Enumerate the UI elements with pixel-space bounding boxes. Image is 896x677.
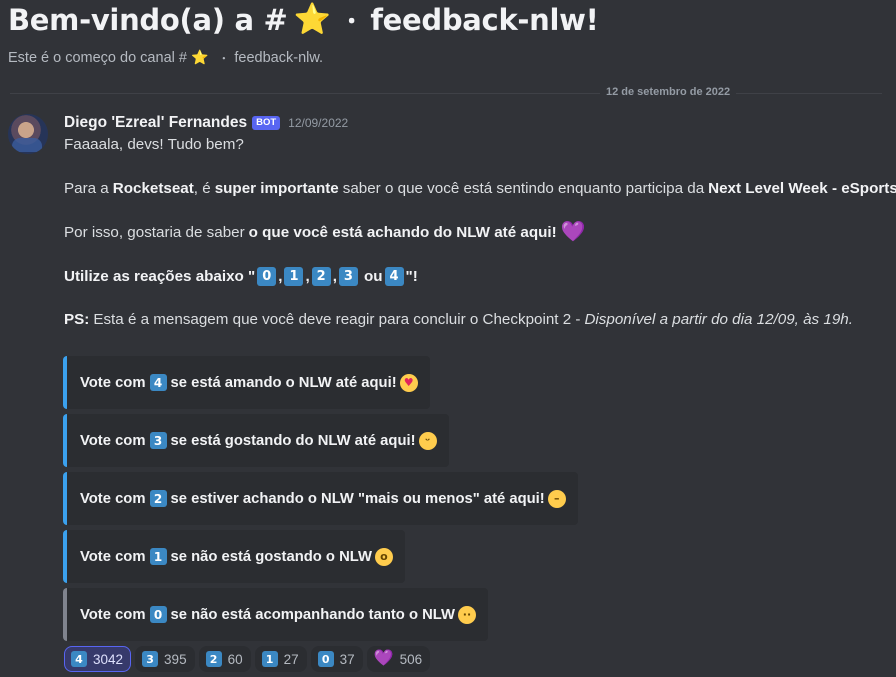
message-greeting: Faaaala, devs! Tudo bem? <box>64 136 244 153</box>
separator-dot: ・ <box>218 52 230 65</box>
keycap-2-icon: 2 <box>205 651 222 667</box>
welcome-sub-prefix: Este é o começo do canal # <box>8 49 187 66</box>
keycap-4-icon: 4 <box>384 267 404 286</box>
p2-text-a: Por isso, gostaria de saber <box>64 223 245 241</box>
embed-prefix: Vote com <box>80 490 146 507</box>
embed-prefix: Vote com <box>80 432 146 449</box>
welcome-title-channel: feedback-nlw! <box>370 2 599 37</box>
embed-text: se não está acompanhando tanto o NLW <box>170 606 455 623</box>
p4-ps: PS: <box>64 311 90 328</box>
date-divider-label: 12 de setembro de 2022 <box>600 86 737 98</box>
keycap-3-icon: 3 <box>149 432 167 449</box>
message-paragraph-3: Utilize as reações abaixo " 0, 1, 2, 3 o… <box>64 267 418 286</box>
message-header: Diego 'Ezreal' Fernandes BOT 12/09/2022 <box>64 114 348 132</box>
smile-emoji-icon: ᵕ <box>418 431 437 450</box>
keycap-1-icon: 1 <box>149 548 167 565</box>
channel-welcome-subtitle: Este é o começo do canal # ⭐ ・ feedback-… <box>8 49 323 66</box>
p4-italic: Disponível a partir do dia 12/09, às 19h… <box>584 311 853 328</box>
keycap-1-icon: 1 <box>261 651 278 667</box>
keycap-0-icon: 0 <box>257 267 277 286</box>
reaction-keycap-0[interactable]: 0 37 <box>310 646 363 672</box>
p4-text: Esta é a mensagem que você deve reagir p… <box>93 311 581 328</box>
star-icon: ⭐ <box>190 49 209 65</box>
reaction-count: 395 <box>164 651 187 667</box>
star-icon: ⭐ <box>293 2 331 37</box>
embed-text: se estiver achando o NLW "mais ou menos"… <box>170 490 545 507</box>
p3-text-a: Utilize as reações abaixo " <box>64 268 256 285</box>
reactions-bar: 4 3042 3 395 2 60 1 27 0 37 💜 506 <box>64 646 431 672</box>
embed-text: se está amando o NLW até aqui! <box>170 374 397 391</box>
heart-eyes-emoji-icon: ♥ <box>399 373 418 392</box>
message-paragraph-2: Por isso, gostaria de saber o que você e… <box>64 222 586 242</box>
embed-prefix: Vote com <box>80 374 146 391</box>
embed-prefix: Vote com <box>80 606 146 623</box>
keycap-3-icon: 3 <box>142 651 159 667</box>
reaction-keycap-4[interactable]: 4 3042 <box>64 646 132 672</box>
embed-text: se está gostando do NLW até aqui! <box>170 432 416 449</box>
embed-prefix: Vote com <box>80 548 146 565</box>
reaction-count: 37 <box>339 651 355 667</box>
p3-sep: , <box>305 268 310 285</box>
p2-bold: o que você está achando do NLW até aqui! <box>248 223 557 241</box>
reaction-count: 60 <box>227 651 243 667</box>
welcome-title-prefix: Bem-vindo(a) a # <box>8 2 288 37</box>
keycap-0-icon: 0 <box>317 651 334 667</box>
greeting-text: Faaaala, devs! Tudo bem? <box>64 136 244 153</box>
keycap-3-icon: 3 <box>338 267 358 286</box>
yawning-face-emoji-icon: o <box>374 547 393 566</box>
message-paragraph-4: PS: Esta é a mensagem que você deve reag… <box>64 311 853 328</box>
reaction-keycap-3[interactable]: 3 395 <box>135 646 195 672</box>
p3-sep: , <box>332 268 337 285</box>
vote-embed-4: Vote com 4 se está amando o NLW até aqui… <box>63 356 430 409</box>
embed-text: se não está gostando o NLW <box>170 548 372 565</box>
channel-welcome-title: Bem-vindo(a) a # ⭐ ・ feedback-nlw! <box>8 2 599 37</box>
vote-embed-3: Vote com 3 se está gostando do NLW até a… <box>63 414 449 467</box>
p1-bold-rocketseat: Rocketseat <box>112 180 194 197</box>
keycap-4-icon: 4 <box>149 374 167 391</box>
keycap-1-icon: 1 <box>284 267 304 286</box>
neutral-face-emoji-icon: – <box>547 489 566 508</box>
bot-tag: BOT <box>252 116 281 130</box>
reaction-count: 506 <box>399 651 423 667</box>
purple-heart-icon: 💜 <box>560 221 586 243</box>
p1-bold-super-importante: super importante <box>214 180 339 197</box>
p1-text-a: Para a <box>64 180 109 197</box>
p3-ou: ou <box>363 268 383 285</box>
p3-end: "! <box>405 268 418 285</box>
reaction-count: 27 <box>283 651 299 667</box>
reaction-count: 3042 <box>93 651 124 667</box>
p1-text-c: , é <box>193 180 211 197</box>
keycap-4-icon: 4 <box>71 651 87 667</box>
separator-dot: ・ <box>340 9 363 35</box>
message-timestamp[interactable]: 12/09/2022 <box>288 116 348 130</box>
keycap-0-icon: 0 <box>149 606 167 623</box>
keycap-2-icon: 2 <box>149 490 167 507</box>
p1-text-e: saber o que você está sentindo enquanto … <box>342 180 705 197</box>
vote-embed-1: Vote com 1 se não está gostando o NLW o <box>63 530 405 583</box>
no-mouth-emoji-icon: ·· <box>457 605 476 624</box>
message-paragraph-1: Para a Rocketseat , é super importante s… <box>64 180 896 197</box>
reaction-purple-heart[interactable]: 💜 506 <box>366 646 431 672</box>
purple-heart-icon: 💜 <box>373 650 394 667</box>
reaction-keycap-1[interactable]: 1 27 <box>254 646 307 672</box>
reaction-keycap-2[interactable]: 2 60 <box>198 646 251 672</box>
vote-embed-0: Vote com 0 se não está acompanhando tant… <box>63 588 488 641</box>
p3-sep: , <box>278 268 283 285</box>
vote-embed-2: Vote com 2 se estiver achando o NLW "mai… <box>63 472 578 525</box>
date-divider <box>10 93 882 94</box>
keycap-2-icon: 2 <box>311 267 331 286</box>
author-name[interactable]: Diego 'Ezreal' Fernandes <box>64 114 247 132</box>
p1-bold-nlw: Next Level Week - eSports. <box>708 180 896 197</box>
avatar[interactable] <box>8 114 48 154</box>
welcome-sub-channel: feedback-nlw. <box>234 49 324 66</box>
